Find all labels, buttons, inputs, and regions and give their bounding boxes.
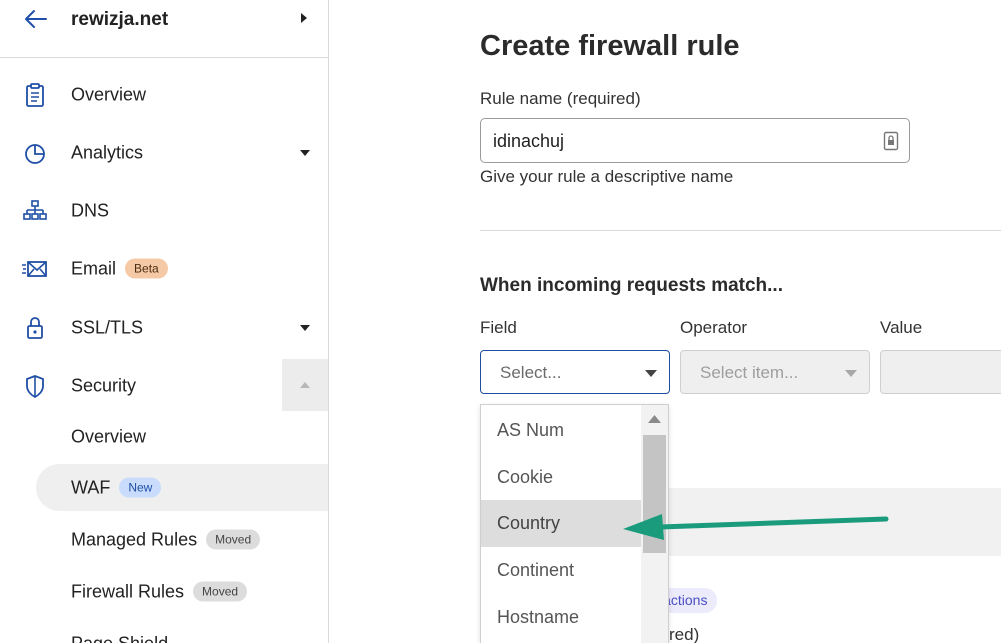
operator-select[interactable]: Select item...	[680, 350, 870, 394]
dropdown-option-label: Hostname	[497, 607, 580, 627]
pie-chart-icon	[25, 144, 45, 164]
field-select[interactable]: Select...	[480, 350, 670, 394]
sidebar-item-email[interactable]: Email Beta	[0, 241, 328, 297]
caret-down-icon	[645, 370, 657, 377]
divider	[480, 230, 1001, 231]
rule-name-label: Rule name (required)	[480, 89, 641, 108]
sidebar-item-dns[interactable]: DNS	[0, 183, 328, 239]
sidebar-item-security[interactable]: Security	[0, 358, 328, 414]
caret-right-icon[interactable]	[300, 12, 308, 24]
value-label: Value	[880, 318, 923, 337]
envelope-icon	[22, 261, 47, 277]
sidebar-item-label: Analytics	[71, 142, 144, 163]
match-heading: When incoming requests match...	[480, 275, 783, 296]
sidebar-item-label: SSL/TLS	[71, 317, 144, 338]
field-select-placeholder: Select...	[500, 363, 562, 382]
sidebar-subitem-firewall-rules[interactable]: Firewall Rules Moved	[0, 568, 328, 616]
dropdown-option-label: Country	[497, 513, 561, 533]
caret-down-icon[interactable]	[299, 149, 311, 157]
caret-up-icon	[300, 382, 310, 388]
sidebar-subitem-waf[interactable]: WAF New	[0, 464, 328, 512]
sidebar-item-label: DNS	[71, 200, 110, 221]
dropdown-option[interactable]: Hostname	[481, 594, 642, 641]
action-required-label: red)	[669, 625, 700, 643]
sidebar-item-label: Security	[71, 375, 137, 396]
dropdown-option-highlighted[interactable]: Country	[481, 500, 642, 547]
sidebar-item-label: Email Beta	[71, 258, 168, 280]
sidebar-item-label: Overview	[71, 84, 147, 105]
sidebar-subitem-label: Overview	[71, 426, 147, 447]
password-manager-icon[interactable]	[883, 131, 899, 151]
network-tree-icon	[23, 200, 47, 220]
dropdown-option[interactable]: Continent	[481, 547, 642, 594]
dropdown-option-label: Continent	[497, 560, 575, 580]
sidebar-subitem-overview[interactable]: Overview	[0, 413, 328, 461]
caret-down-icon[interactable]	[299, 324, 311, 332]
operator-label: Operator	[680, 318, 748, 337]
shield-icon	[26, 375, 44, 399]
clipboard-icon	[26, 83, 44, 107]
rule-name-input[interactable]: idinachuj	[480, 118, 910, 163]
sidebar-subitem-label: WAF New	[71, 477, 162, 499]
moved-badge: Moved	[206, 529, 261, 550]
site-header: rewizja.net	[0, 0, 328, 58]
collapse-security-button[interactable]	[282, 359, 328, 411]
sidebar: rewizja.net Overview Analytics DNS Email…	[0, 0, 329, 643]
sidebar-subitem-managed-rules[interactable]: Managed Rules Moved	[0, 516, 328, 564]
site-name[interactable]: rewizja.net	[71, 9, 168, 31]
dropdown-option-label: AS Num	[497, 420, 565, 440]
sidebar-item-ssl-tls[interactable]: SSL/TLS	[0, 300, 328, 356]
dropdown-option-label: Cookie	[497, 467, 554, 487]
sidebar-subitem-label: Firewall Rules Moved	[71, 581, 248, 603]
sidebar-subitem-label: Managed Rules Moved	[71, 529, 261, 551]
dropdown-option[interactable]: AS Num	[481, 407, 642, 454]
sidebar-subitem-page-shield[interactable]: Page Shield	[0, 622, 328, 643]
moved-badge: Moved	[193, 581, 248, 602]
caret-down-icon	[845, 370, 857, 377]
lock-icon	[27, 317, 43, 339]
scroll-up-icon[interactable]	[648, 415, 661, 423]
sidebar-item-overview[interactable]: Overview	[0, 67, 328, 123]
sidebar-subitem-label: Page Shield	[71, 634, 168, 643]
back-arrow-icon[interactable]	[22, 8, 48, 30]
annotation-arrow-icon	[623, 514, 889, 540]
dropdown-option[interactable]: Cookie	[481, 454, 642, 501]
page-title: Create firewall rule	[480, 30, 740, 62]
beta-badge: Beta	[125, 258, 168, 279]
rule-name-value: idinachuj	[493, 131, 565, 151]
operator-select-placeholder: Select item...	[700, 363, 799, 382]
field-label: Field	[480, 318, 517, 337]
sidebar-item-analytics[interactable]: Analytics	[0, 125, 328, 181]
new-badge: New	[119, 477, 162, 498]
value-input[interactable]	[880, 350, 1001, 394]
rule-name-help: Give your rule a descriptive name	[480, 167, 734, 186]
